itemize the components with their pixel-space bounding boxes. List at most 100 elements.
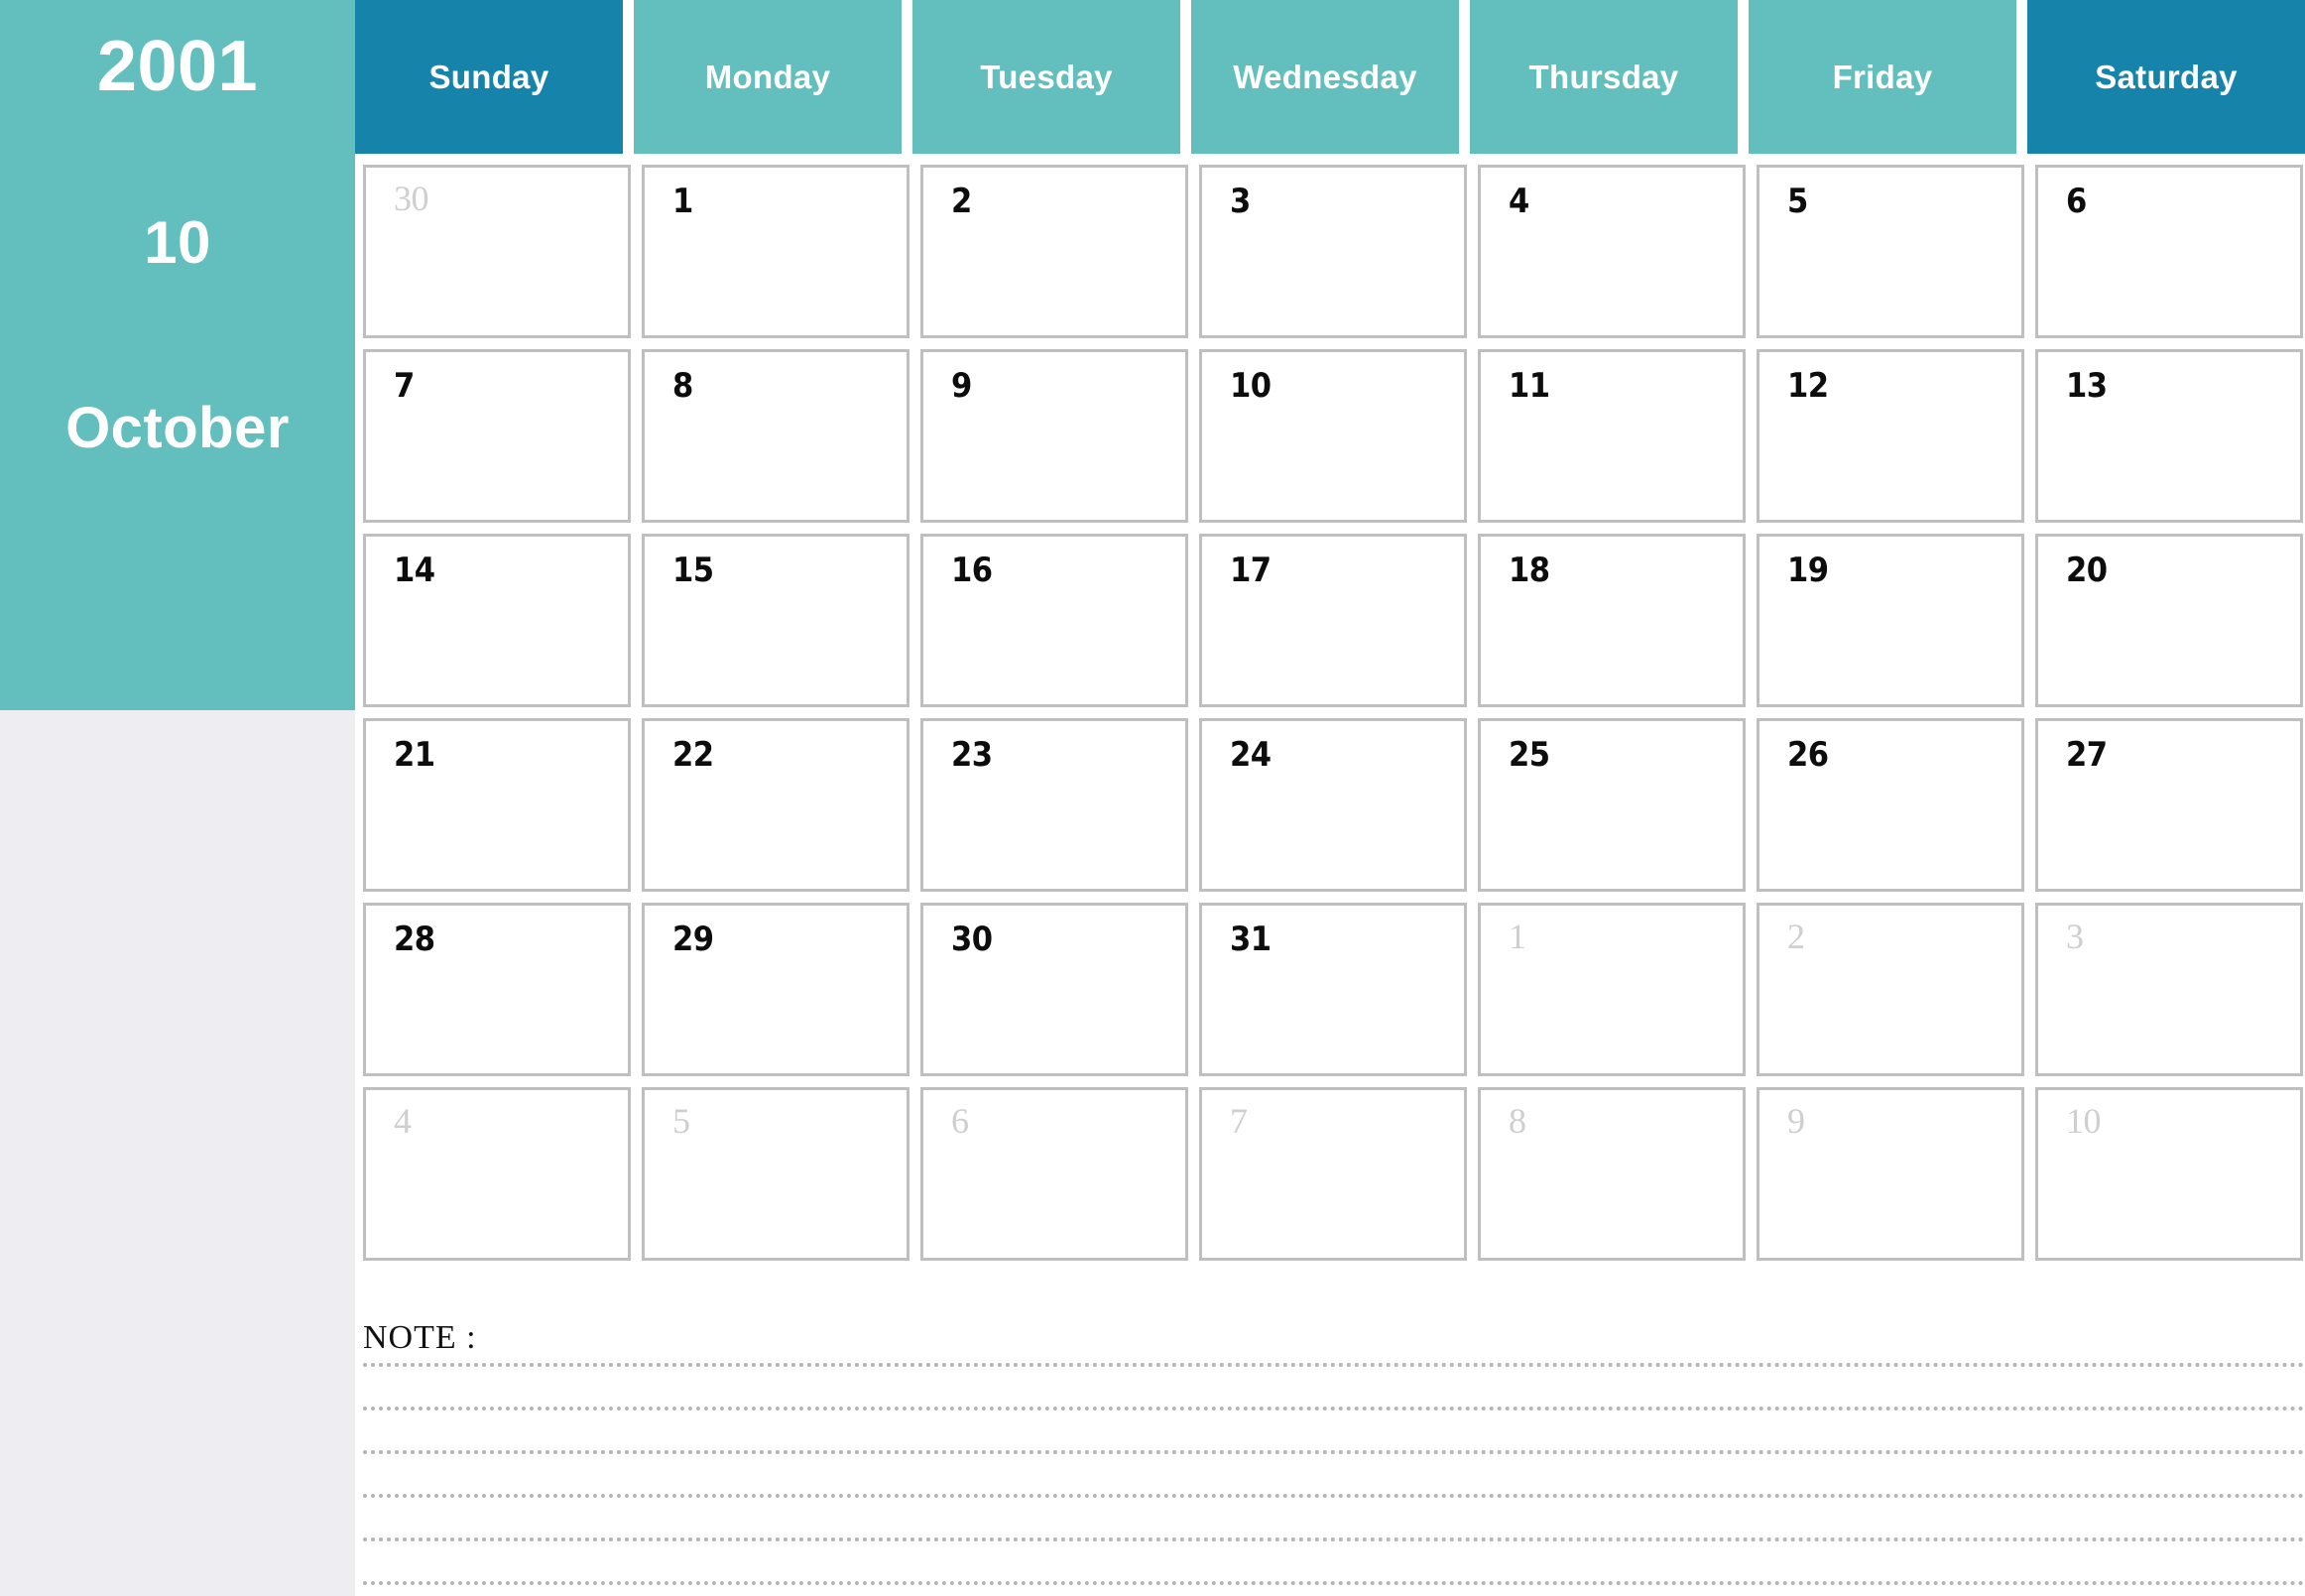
day-number: 30 (394, 179, 429, 218)
day-number: 24 (1230, 735, 1272, 775)
day-number: 23 (951, 735, 993, 775)
day-cell[interactable]: 17 (1199, 534, 1467, 707)
day-cell[interactable]: 8 (1478, 1087, 1746, 1261)
day-number: 2 (1787, 917, 1805, 956)
day-cell[interactable]: 13 (2035, 349, 2303, 523)
note-label: NOTE : (363, 1319, 477, 1356)
day-number: 10 (1230, 366, 1272, 406)
day-cell[interactable]: 28 (363, 903, 631, 1076)
day-number: 1 (672, 182, 693, 221)
note-writing-line[interactable] (363, 1537, 2305, 1541)
day-cell[interactable]: 30 (363, 165, 631, 338)
note-writing-line[interactable] (363, 1407, 2305, 1411)
day-cell[interactable]: 1 (642, 165, 910, 338)
day-cell[interactable]: 15 (642, 534, 910, 707)
day-cell[interactable]: 25 (1478, 718, 1746, 892)
day-number: 4 (394, 1101, 412, 1141)
note-writing-line[interactable] (363, 1581, 2305, 1585)
day-number: 5 (1787, 182, 1808, 221)
day-cell[interactable]: 29 (642, 903, 910, 1076)
day-cell[interactable]: 8 (642, 349, 910, 523)
weekday-header-sunday: Sunday (355, 0, 623, 154)
day-cell[interactable]: 19 (1757, 534, 2024, 707)
day-cell[interactable]: 20 (2035, 534, 2303, 707)
day-cell[interactable]: 4 (363, 1087, 631, 1261)
day-number: 27 (2066, 735, 2108, 775)
day-cell[interactable]: 30 (920, 903, 1188, 1076)
weekday-header-monday: Monday (634, 0, 902, 154)
day-cell[interactable]: 7 (363, 349, 631, 523)
calendar-sidebar: 2001 10 October (0, 0, 355, 710)
calendar-page: 2001 10 October Sunday Monday Tuesday Wedne… (0, 0, 2305, 1596)
day-cell[interactable]: 10 (1199, 349, 1467, 523)
day-cell[interactable]: 12 (1757, 349, 2024, 523)
day-cell[interactable]: 6 (920, 1087, 1188, 1261)
day-number: 9 (951, 366, 972, 406)
day-cell[interactable]: 1 (1478, 903, 1746, 1076)
day-number: 7 (394, 366, 415, 406)
day-cell[interactable]: 9 (920, 349, 1188, 523)
sidebar-month-name-label: October (65, 396, 290, 460)
day-number: 15 (672, 551, 714, 590)
day-cell[interactable]: 10 (2035, 1087, 2303, 1261)
day-cell[interactable]: 11 (1478, 349, 1746, 523)
day-number: 29 (672, 920, 714, 959)
calendar-grid-area: Sunday Monday Tuesday Wednesday Thursday Frid… (355, 0, 2305, 1269)
day-cell[interactable]: 21 (363, 718, 631, 892)
day-number: 11 (1509, 366, 1550, 406)
note-writing-line[interactable] (363, 1450, 2305, 1454)
day-number: 20 (2066, 551, 2108, 590)
day-number: 22 (672, 735, 714, 775)
day-cell-grid: 30 1 2 3 4 5 6 7 8 9 10 11 12 13 14 15 16 17 18 19 20 21 22 23 2… (355, 165, 2305, 1269)
day-number: 18 (1509, 551, 1550, 590)
day-number: 3 (1230, 182, 1251, 221)
weekday-header-row: Sunday Monday Tuesday Wednesday Thursday Frid… (355, 0, 2305, 154)
note-writing-line[interactable] (363, 1494, 2305, 1498)
weekday-header-label: Wednesday (1233, 58, 1417, 95)
day-cell[interactable]: 24 (1199, 718, 1467, 892)
day-cell[interactable]: 3 (1199, 165, 1467, 338)
day-cell[interactable]: 22 (642, 718, 910, 892)
sidebar-year-label: 2001 (96, 27, 259, 106)
day-number: 31 (1230, 920, 1272, 959)
weekday-header-thursday: Thursday (1470, 0, 1738, 154)
day-cell[interactable]: 26 (1757, 718, 2024, 892)
day-number: 25 (1509, 735, 1550, 775)
weekday-header-label: Thursday (1528, 58, 1679, 95)
day-number: 6 (2066, 182, 2087, 221)
day-cell[interactable]: 9 (1757, 1087, 2024, 1261)
day-cell[interactable]: 31 (1199, 903, 1467, 1076)
day-number: 28 (394, 920, 435, 959)
day-cell[interactable]: 18 (1478, 534, 1746, 707)
day-number: 12 (1787, 366, 1829, 406)
day-number: 3 (2066, 917, 2084, 956)
day-cell[interactable]: 4 (1478, 165, 1746, 338)
day-number: 16 (951, 551, 993, 590)
day-number: 17 (1230, 551, 1272, 590)
day-number: 8 (672, 366, 693, 406)
day-cell[interactable]: 14 (363, 534, 631, 707)
day-number: 5 (672, 1101, 690, 1141)
day-cell[interactable]: 16 (920, 534, 1188, 707)
day-cell[interactable]: 5 (1757, 165, 2024, 338)
day-number: 2 (951, 182, 972, 221)
day-cell[interactable]: 27 (2035, 718, 2303, 892)
weekday-header-label: Monday (704, 58, 831, 95)
day-cell[interactable]: 6 (2035, 165, 2303, 338)
weekday-header-saturday: Saturday (2027, 0, 2305, 154)
day-number: 26 (1787, 735, 1829, 775)
day-cell[interactable]: 2 (1757, 903, 2024, 1076)
day-cell[interactable]: 7 (1199, 1087, 1467, 1261)
day-number: 9 (1787, 1101, 1805, 1141)
note-writing-line[interactable] (363, 1363, 2305, 1367)
day-number: 1 (1509, 917, 1526, 956)
day-cell[interactable]: 23 (920, 718, 1188, 892)
day-cell[interactable]: 3 (2035, 903, 2303, 1076)
day-cell[interactable]: 2 (920, 165, 1188, 338)
day-number: 14 (394, 551, 435, 590)
weekday-header-tuesday: Tuesday (912, 0, 1180, 154)
day-cell[interactable]: 5 (642, 1087, 910, 1261)
weekday-header-label: Sunday (428, 58, 549, 95)
day-number: 4 (1509, 182, 1529, 221)
weekday-header-label: Friday (1832, 58, 1933, 95)
